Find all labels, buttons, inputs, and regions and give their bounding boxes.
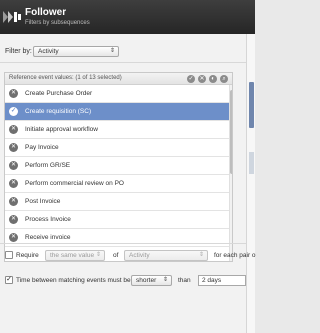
deselected-icon: ✕	[9, 161, 18, 170]
require-value-select[interactable]: the same value ⇕	[45, 250, 105, 261]
list-item[interactable]: ✓ Create requisition (SC)	[5, 103, 229, 121]
search-icon[interactable]: ⌕	[220, 75, 228, 83]
deselected-icon: ✕	[9, 215, 18, 224]
list-item[interactable]: ✕ Process Invoice	[5, 211, 229, 229]
require-suffix: for each pair o	[214, 252, 256, 259]
list-header-label: Reference event values:	[9, 75, 74, 81]
reference-event-list: Reference event values: (1 of 13 selecte…	[4, 72, 233, 262]
list-item-label: Process Invoice	[25, 216, 71, 223]
list-item-label: Post Invoice	[25, 198, 61, 205]
deselected-icon: ✕	[9, 179, 18, 188]
deselected-icon: ✕	[9, 125, 18, 134]
invert-icon[interactable]: ◐	[209, 75, 217, 83]
list-item[interactable]: ✕ Post Invoice	[5, 193, 229, 211]
list-item-label: Create Purchase Order	[25, 90, 93, 97]
than-label: than	[178, 277, 191, 284]
time-comparison-value: shorter	[136, 277, 157, 284]
filter-by-label: Filter by:	[5, 48, 32, 55]
require-checkbox[interactable]	[5, 251, 13, 259]
filter-by-select[interactable]: Activity ⇕	[33, 46, 119, 57]
plugin-title: Follower	[25, 7, 67, 18]
list-item-label: Pay Invoice	[25, 144, 59, 151]
header-bar: Follower Filters by subsequences	[0, 0, 255, 34]
list-scrollbar[interactable]	[229, 85, 232, 261]
require-attribute-value: Activity	[129, 252, 150, 259]
list-item[interactable]: ✕ Perform commercial review on PO	[5, 175, 229, 193]
list-item-label: Perform GR/SE	[25, 162, 71, 169]
list-header: Reference event values: (1 of 13 selecte…	[5, 73, 232, 85]
list-item-label: Perform commercial review on PO	[25, 180, 124, 187]
require-value: the same value	[50, 252, 95, 259]
time-duration-value: 2 days	[202, 277, 222, 284]
side-panel-accent	[249, 82, 254, 128]
select-arrows-icon: ⇕	[109, 48, 115, 54]
deselected-icon: ✕	[9, 197, 18, 206]
selected-check-icon: ✓	[9, 107, 18, 116]
require-attribute-select[interactable]: Activity ⇕	[124, 250, 208, 261]
list-item[interactable]: ✕ Perform GR/SE	[5, 157, 229, 175]
plugin-subtitle: Filters by subsequences	[25, 20, 90, 26]
list-item-label: Create requisition (SC)	[25, 108, 92, 115]
require-label: Require	[16, 252, 39, 259]
select-arrows-icon: ⇕	[95, 252, 101, 258]
selection-count: (1 of 13 selected)	[75, 75, 122, 81]
follower-logo-icon	[3, 11, 21, 23]
time-label: Time between matching events must be	[16, 277, 131, 284]
options-divider	[0, 243, 246, 244]
of-label: of	[113, 252, 119, 259]
deselected-icon: ✕	[9, 233, 18, 242]
list-item[interactable]: ✕ Create Purchase Order	[5, 85, 229, 103]
list-item[interactable]: ✕ Pay Invoice	[5, 139, 229, 157]
list-item[interactable]: ✕ Receive invoice	[5, 229, 229, 247]
list-item-label: Initiate approval workflow	[25, 126, 98, 133]
select-all-icon[interactable]: ✓	[187, 75, 195, 83]
select-arrows-icon: ⇕	[162, 277, 168, 283]
scrollbar-thumb[interactable]	[230, 90, 232, 174]
deselected-icon: ✕	[9, 89, 18, 98]
time-duration-input[interactable]: 2 days	[198, 275, 246, 286]
side-panel-edge	[246, 34, 255, 333]
time-checkbox[interactable]: ✓	[5, 276, 13, 284]
deselected-icon: ✕	[9, 143, 18, 152]
deselect-all-icon[interactable]: ✕	[198, 75, 206, 83]
event-rows: ✕ Create Purchase Order ✓ Create requisi…	[5, 85, 229, 247]
filter-by-value: Activity	[38, 48, 59, 55]
select-arrows-icon: ⇕	[198, 252, 204, 258]
time-comparison-select[interactable]: shorter ⇕	[131, 275, 172, 286]
section-divider	[0, 62, 246, 63]
list-item[interactable]: ✕ Initiate approval workflow	[5, 121, 229, 139]
side-panel-accent-secondary	[249, 152, 254, 174]
